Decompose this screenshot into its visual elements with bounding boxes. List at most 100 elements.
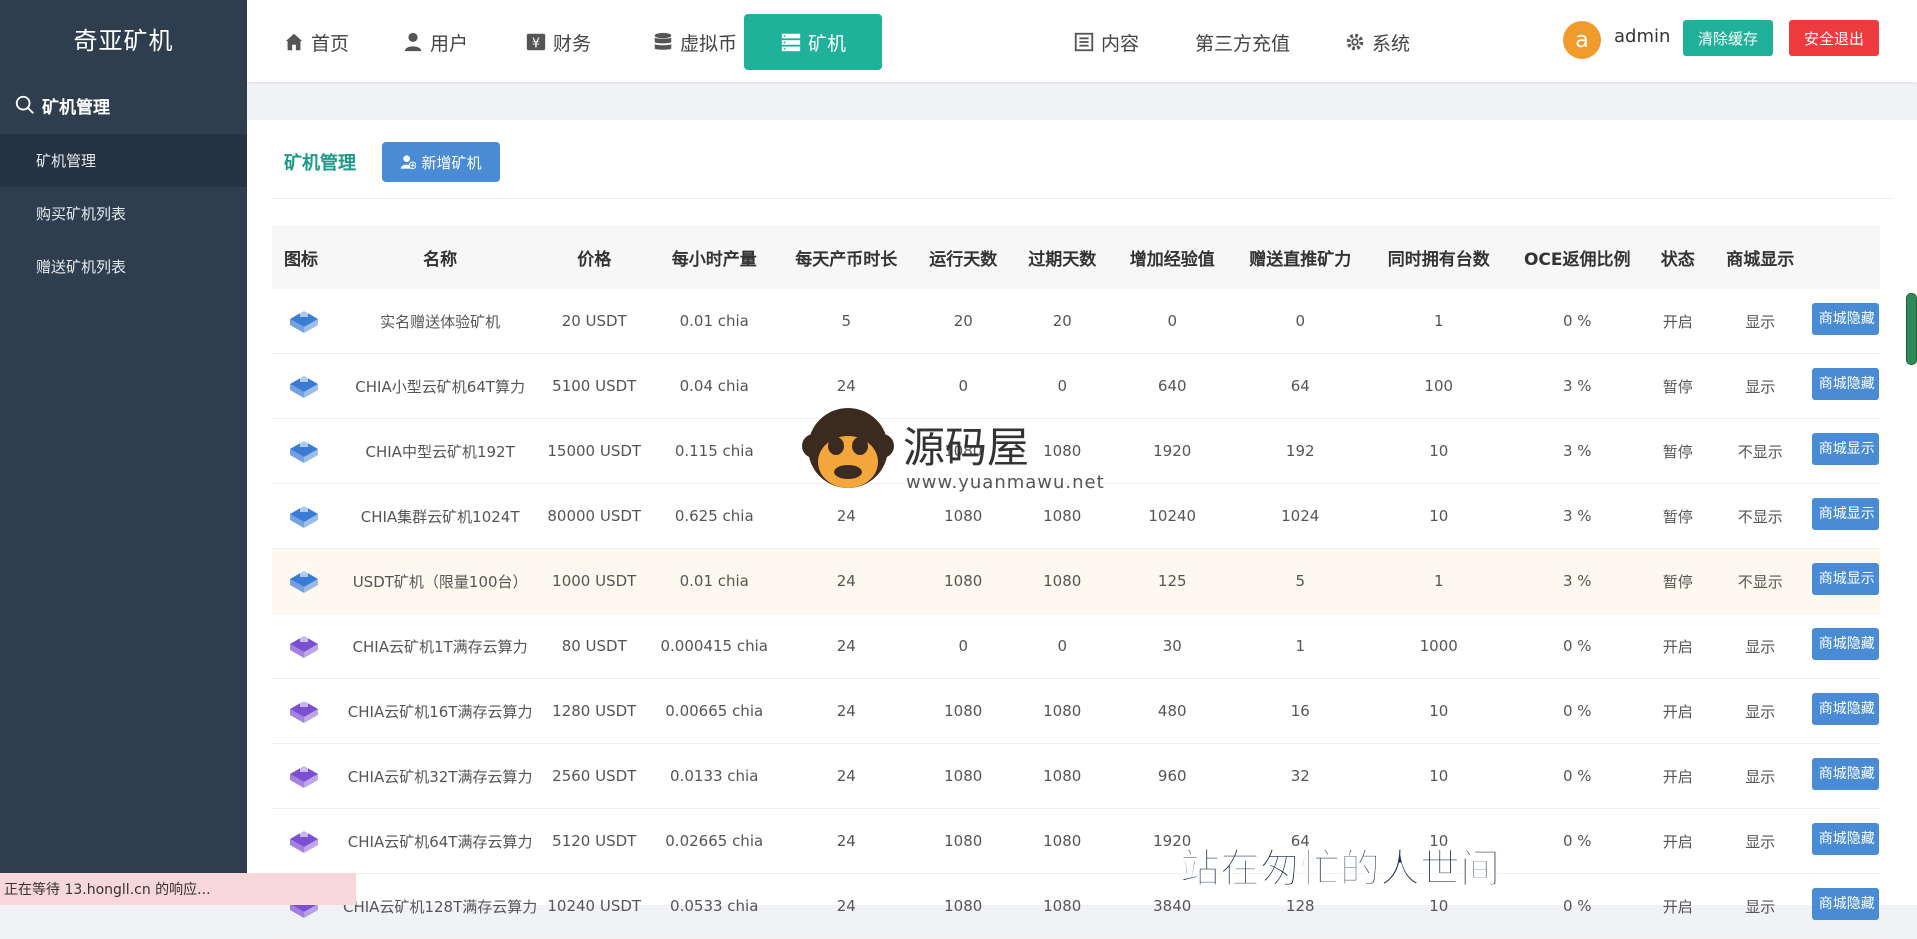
shop-toggle-button[interactable]: 商城隐藏 xyxy=(1811,303,1879,335)
table-cell-action: 商城隐藏 xyxy=(1810,808,1881,874)
user-icon xyxy=(404,32,422,52)
page-title: 矿机管理 xyxy=(284,153,356,174)
table-cell-action: 商城隐藏 xyxy=(1810,613,1881,679)
table-cell-oce: 3 % xyxy=(1509,418,1646,484)
table-cell-exp: 30 xyxy=(1112,613,1233,679)
shop-toggle-button[interactable]: 商城隐藏 xyxy=(1811,758,1879,790)
miner-table: 图标 名称 价格 每小时产量 每天产币时长 运行天数 过期天数 增加经验值 赠送… xyxy=(272,226,1881,939)
scrollbar-thumb[interactable] xyxy=(1906,293,1917,365)
nav-home-label: 首页 xyxy=(311,32,350,55)
table-cell-hourly: 0.01 chia xyxy=(650,289,779,354)
sidebar-item-purchased-miners[interactable]: 购买矿机列表 xyxy=(0,187,247,240)
table-cell-expire-days: 20 xyxy=(1012,289,1113,354)
table-cell-action: 商城隐藏 xyxy=(1810,873,1881,939)
nav-system[interactable]: 系统 xyxy=(1344,14,1410,70)
logout-button[interactable]: 安全退出 xyxy=(1789,20,1879,56)
shop-toggle-button[interactable]: 商城显示 xyxy=(1811,433,1879,465)
nav-third-party-recharge[interactable]: 第三方充值 xyxy=(1195,14,1290,70)
browser-status-bar: 正在等待 13.hongll.cn 的响应... xyxy=(0,873,356,905)
table-cell-name: CHIA中型云矿机192T xyxy=(342,418,539,484)
nav-finance[interactable]: ¥ 财务 xyxy=(525,14,591,70)
table-cell-daily-hours: 24 xyxy=(778,743,915,809)
table-cell-hourly: 0.01 chia xyxy=(650,548,779,614)
table-cell-exp: 0 xyxy=(1112,289,1233,354)
table-row: 实名赠送体验矿机 20 USDT 0.01 chia 5 20 20 0 0 1 0 % 开启 显示商… xyxy=(272,289,1881,354)
nav-users[interactable]: 用户 xyxy=(402,14,468,70)
table-cell-bonus: 1024 xyxy=(1232,483,1369,549)
table-cell-icon xyxy=(272,808,342,874)
sidebar-item-miner-management[interactable]: 矿机管理 xyxy=(0,134,247,187)
shop-toggle-button[interactable]: 商城隐藏 xyxy=(1811,888,1879,920)
table-cell-max-own: 1000 xyxy=(1368,613,1510,679)
nav-content-label: 内容 xyxy=(1101,32,1140,55)
username[interactable]: admin xyxy=(1614,26,1670,47)
table-cell-price: 80 USDT xyxy=(538,613,651,679)
table-cell-exp: 10240 xyxy=(1112,483,1233,549)
nav-home[interactable]: 首页 xyxy=(283,14,349,70)
table-cell-hourly: 0.115 chia xyxy=(650,418,779,484)
table-cell-shop: 显示 xyxy=(1710,873,1811,939)
table-cell-max-own: 1 xyxy=(1368,548,1510,614)
table-cell-run-days: 1080 xyxy=(914,873,1013,939)
table-row: CHIA云矿机1T满存云算力 80 USDT 0.000415 chia 24 0 0 30… xyxy=(272,613,1881,679)
table-cell-hourly: 0.04 chia xyxy=(650,353,779,419)
table-cell-daily-hours: 24 xyxy=(778,483,915,549)
table-cell-status: 暂停 xyxy=(1645,353,1711,419)
table-cell-status: 开启 xyxy=(1645,808,1711,874)
table-cell-shop: 显示 xyxy=(1710,353,1811,419)
table-cell-action: 商城显示 xyxy=(1810,483,1881,549)
table-cell-action: 商城隐藏 xyxy=(1810,353,1881,419)
col-expire-days: 过期天数 xyxy=(1012,226,1113,289)
table-cell-shop: 显示 xyxy=(1710,289,1811,354)
table-cell-oce: 0 % xyxy=(1509,743,1646,809)
shop-toggle-button[interactable]: 商城隐藏 xyxy=(1811,368,1879,400)
table-cell-run-days: 1080 xyxy=(914,418,1013,484)
table-cell-run-days: 1080 xyxy=(914,743,1013,809)
table-cell-expire-days: 1080 xyxy=(1012,483,1113,549)
col-run-days: 运行天数 xyxy=(914,226,1013,289)
nav-crypto[interactable]: 虚拟币 xyxy=(652,14,737,70)
nav-content[interactable]: 内容 xyxy=(1073,14,1139,70)
table-cell-expire-days: 1080 xyxy=(1012,678,1113,744)
table-cell-exp: 480 xyxy=(1112,678,1233,744)
table-cell-name: CHIA小型云矿机64T算力 xyxy=(342,353,539,419)
sidebar-section-header: 矿机管理 xyxy=(0,76,247,134)
sidebar: 奇亚矿机 矿机管理 矿机管理 购买矿机列表 赠送矿机列表 xyxy=(0,0,247,905)
nav-miners[interactable]: 矿机 xyxy=(744,14,882,70)
shop-toggle-button[interactable]: 商城隐藏 xyxy=(1811,628,1879,660)
col-hourly: 每小时产量 xyxy=(650,226,779,289)
sidebar-item-gifted-miners[interactable]: 赠送矿机列表 xyxy=(0,240,247,293)
table-cell-hourly: 0.00665 chia xyxy=(650,678,779,744)
table-cell-price: 15000 USDT xyxy=(538,418,651,484)
table-cell-status: 开启 xyxy=(1645,873,1711,939)
table-cell-bonus: 1 xyxy=(1232,613,1369,679)
table-row: CHIA云矿机64T满存云算力 5120 USDT 0.02665 chia 24 10… xyxy=(272,808,1881,874)
table-cell-icon xyxy=(272,483,342,549)
table-cell-oce: 3 % xyxy=(1509,483,1646,549)
shop-toggle-button[interactable]: 商城显示 xyxy=(1811,498,1879,530)
table-cell-status: 暂停 xyxy=(1645,548,1711,614)
col-action xyxy=(1810,226,1881,289)
avatar[interactable]: a xyxy=(1563,21,1601,59)
clear-cache-button[interactable]: 清除缓存 xyxy=(1683,20,1773,56)
table-cell-exp: 125 xyxy=(1112,548,1233,614)
table-row: CHIA集群云矿机1024T 80000 USDT 0.625 chia 24 1080… xyxy=(272,483,1881,549)
table-cell-shop: 不显示 xyxy=(1710,483,1811,549)
table-cell-daily-hours: 5 xyxy=(778,289,915,354)
shop-toggle-button[interactable]: 商城显示 xyxy=(1811,563,1879,595)
miner-icon xyxy=(290,567,318,593)
shop-toggle-button[interactable]: 商城隐藏 xyxy=(1811,693,1879,725)
table-cell-icon xyxy=(272,289,342,354)
table-cell-oce: 0 % xyxy=(1509,678,1646,744)
table-cell-action: 商城隐藏 xyxy=(1810,289,1881,354)
col-icon: 图标 xyxy=(272,226,342,289)
table-cell-shop: 不显示 xyxy=(1710,418,1811,484)
add-miner-button[interactable]: 新增矿机 xyxy=(382,142,500,182)
table-cell-oce: 3 % xyxy=(1509,353,1646,419)
table-cell-exp: 1920 xyxy=(1112,418,1233,484)
table-cell-daily-hours: 24 xyxy=(778,613,915,679)
shop-toggle-button[interactable]: 商城隐藏 xyxy=(1811,823,1879,855)
col-shop: 商城显示 xyxy=(1710,226,1811,289)
table-cell-hourly: 0.000415 chia xyxy=(650,613,779,679)
col-max-own: 同时拥有台数 xyxy=(1368,226,1510,289)
